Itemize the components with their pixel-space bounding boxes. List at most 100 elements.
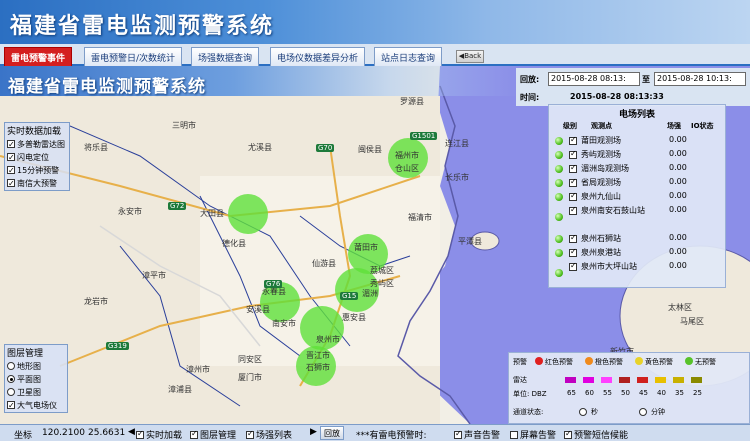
orange-warning-icon [585,357,593,365]
place-label: 平潭县 [458,237,482,246]
layer-toggle[interactable]: 图层管理 [190,428,236,441]
radio[interactable] [7,375,15,383]
place-label: 石狮市 [306,363,330,372]
station-row[interactable]: 湄洲岛观测场0.00 [551,163,725,176]
checkbox[interactable] [564,429,572,439]
place-label: 连江县 [445,139,469,148]
place-label: 荔城区 [370,266,394,275]
radio[interactable] [639,408,647,416]
checkbox[interactable] [246,429,254,439]
checkbox[interactable] [569,247,577,257]
radar-swatch [637,377,648,383]
station-row[interactable]: 秀屿观测场0.00 [551,149,725,162]
checkbox[interactable] [136,429,144,439]
realtime-option[interactable]: 闪电定位 [5,151,69,164]
checkbox[interactable] [569,261,577,271]
legend-second: 秒 [591,408,598,416]
place-label: 永安市 [118,207,142,216]
layer-panel-title: 图层管理 [7,349,44,359]
checkbox[interactable] [7,164,15,177]
legend-panel: 预警 红色预警 橙色预警 黄色预警 无预警 雷达 单位: DBZ 65 60 5… [508,352,750,424]
alarm-text: ***有雷电预警时: [356,431,427,441]
checkbox[interactable] [7,138,15,151]
tab-field-diff[interactable]: 电场仪数据差异分析 [270,47,366,66]
legend-warn-label: 预警 [513,358,527,366]
map-banner: 福建省雷电监测预警系统 [0,66,520,97]
status-dot-icon [555,179,563,187]
place-label: 福清市 [408,213,432,222]
place-label: 漳平市 [142,271,166,280]
checkbox[interactable] [569,135,577,145]
layer-option[interactable]: 卫星图 [5,386,67,399]
left-arrow-icon[interactable]: ◀ [128,427,135,437]
sound-alarm-toggle[interactable]: 声音告警 [454,428,500,441]
tab-daily-stats[interactable]: 雷电预警日/次数统计 [84,47,183,66]
place-label: 泉州市 [316,335,340,344]
station-row[interactable]: 省局观测场0.00 [551,177,725,190]
station-list-title: 电场列表 [618,110,655,120]
station-row[interactable]: 泉州南安石鼓山站0.00 [551,205,725,231]
back-button[interactable]: ◀Back [456,50,484,63]
radar-value: 40 [657,389,666,397]
checkbox[interactable] [569,177,577,187]
place-label: 太林区 [668,303,692,312]
place-label: 湄洲 [362,289,378,298]
tab-station-log[interactable]: 站点日志查询 [374,47,443,66]
checkbox[interactable] [190,429,198,439]
checkbox[interactable] [7,399,15,412]
sms-alarm-toggle[interactable]: 预警短信候能 [564,428,628,441]
radio[interactable] [579,408,587,416]
station-row[interactable]: 莆田观测场0.00 [551,135,725,148]
realtime-option[interactable]: 多普勒雷达图 [5,138,69,151]
station-row[interactable]: 泉州泉港站0.00 [551,247,725,260]
layer-option[interactable]: 地形图 [5,360,67,373]
checkbox[interactable] [569,233,577,243]
station-row[interactable]: 泉州市大坪山站0.00 [551,261,725,287]
station-row[interactable]: 泉州九仙山0.00 [551,191,725,204]
realtime-panel-title: 实时数据加载 [7,127,62,137]
longitude-value: 120.2100 [42,428,85,438]
tab-field-query[interactable]: 场强数据查询 [191,47,260,66]
radio[interactable] [7,388,15,396]
legend-level: 无预警 [695,358,716,366]
checkbox[interactable] [510,431,518,439]
status-dot-icon [555,193,563,201]
checkbox[interactable] [569,149,577,159]
realtime-option[interactable]: 南信大预警 [5,177,69,190]
road-shield: G70 [316,144,335,152]
station-row[interactable]: 泉州石狮站0.00 [551,233,725,246]
radar-value: 65 [567,389,576,397]
place-label: 三明市 [172,121,196,130]
legend-level: 红色预警 [545,358,573,366]
radar-value: 60 [585,389,594,397]
checkbox[interactable] [7,151,15,164]
realtime-toggle[interactable]: 实时加载 [136,428,182,441]
legend-unit-label: 单位: DBZ [513,390,547,398]
station-col-level: 级别 [563,122,577,130]
status-dot-icon [555,213,563,221]
checkbox[interactable] [454,429,462,439]
replay-start-input[interactable]: 2015-08-28 08:13: [548,72,640,86]
app-header: 福建省雷电监测预警系统 [0,0,750,44]
tab-bar: 雷电预警事件 雷电预警日/次数统计 场强数据查询 电场仪数据差异分析 站点日志查… [0,44,750,66]
checkbox[interactable] [7,177,15,190]
time-panel: 回放: 2015-08-28 08:13: 至 2015-08-28 10:13… [516,68,750,106]
replay-button[interactable]: 回放 [320,426,344,440]
radar-value: 55 [603,389,612,397]
radio[interactable] [7,362,15,370]
place-label: 惠安县 [342,313,366,322]
replay-end-input[interactable]: 2015-08-28 10:13: [654,72,746,86]
layer-option[interactable]: 平面图 [5,373,67,386]
place-label: 闽侯县 [358,145,382,154]
checkbox[interactable] [569,205,577,215]
status-bar: 坐标 120.2100 25.6631 ◀ 实时加载 图层管理 场强列表 ▶ 回… [0,424,750,441]
right-arrow-icon[interactable]: ▶ [310,427,317,437]
layer-option[interactable]: 大气电场仪 [5,399,67,412]
realtime-option[interactable]: 15分钟预警 [5,164,69,177]
checkbox[interactable] [569,163,577,173]
tab-lightning-events[interactable]: 雷电预警事件 [4,47,73,66]
checkbox[interactable] [569,191,577,201]
screen-alarm-toggle[interactable]: 屏幕告警 [510,428,556,441]
status-dot-icon [555,269,563,277]
station-list-toggle[interactable]: 场强列表 [246,428,292,441]
